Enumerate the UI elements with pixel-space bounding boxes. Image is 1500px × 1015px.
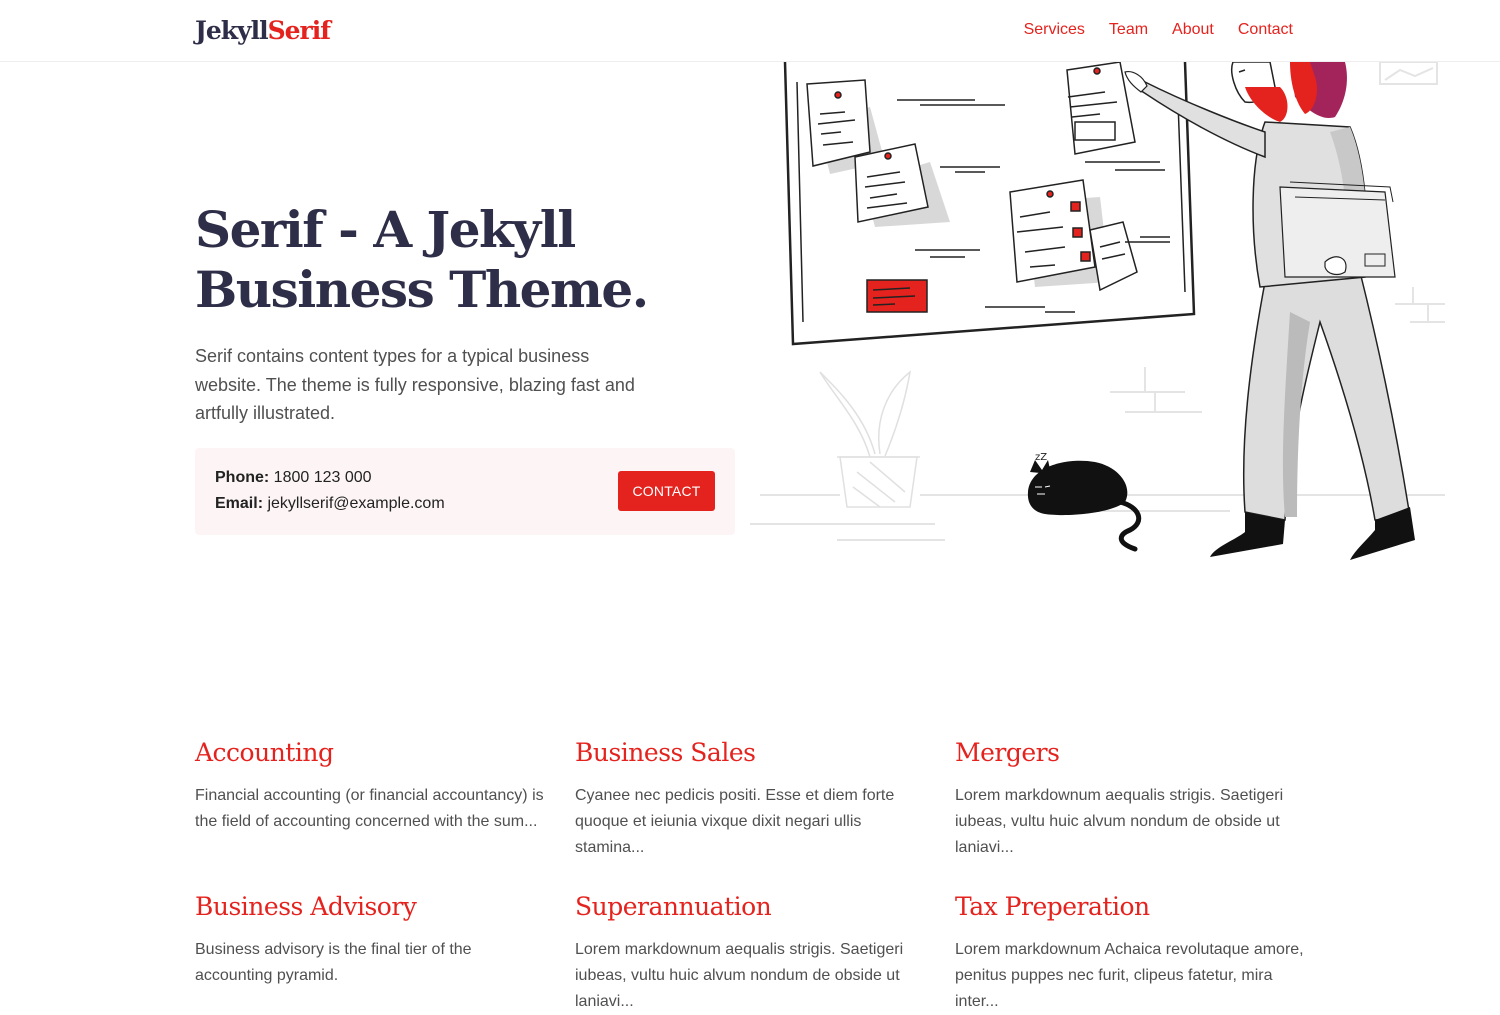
service-title: Mergers <box>955 738 1315 768</box>
service-title-link[interactable]: Accounting <box>195 738 334 767</box>
nav-link-services[interactable]: Services <box>1024 20 1085 40</box>
service-title: Business Sales <box>575 738 935 768</box>
hero-title: Serif - A Jekyll Business Theme. <box>195 200 715 320</box>
service-card-accounting: Accounting Financial accounting (or fina… <box>195 738 555 835</box>
service-card-mergers: Mergers Lorem markdownum aequalis strigi… <box>955 738 1315 861</box>
service-title-link[interactable]: Business Advisory <box>195 892 417 921</box>
service-summary: Lorem markdownum Achaica revolutaque amo… <box>955 941 1304 1010</box>
service-card-business-sales: Business Sales Cyanee nec pedicis positi… <box>575 738 935 861</box>
service-summary: Lorem markdownum aequalis strigis. Saeti… <box>575 941 904 1010</box>
hero-title-line-2: Business Theme. <box>195 260 649 319</box>
email-label: Email: <box>215 495 264 512</box>
service-title: Business Advisory <box>195 892 555 922</box>
hero-title-line-1: Serif - A Jekyll <box>195 200 576 259</box>
cat-sleep-zz: zZ <box>1035 452 1047 463</box>
plant-pot <box>819 370 920 508</box>
service-title: Accounting <box>195 738 555 768</box>
service-title: Superannuation <box>575 892 935 922</box>
logo-text-serif: Serif <box>267 16 331 45</box>
service-title-link[interactable]: Tax Preperation <box>955 892 1150 921</box>
hero-description: Serif contains content types for a typic… <box>195 346 635 423</box>
email-value: jekyllserif@example.com <box>267 495 445 512</box>
nav-link-about[interactable]: About <box>1172 20 1214 40</box>
service-card-superannuation: Superannuation Lorem markdownum aequalis… <box>575 892 935 1015</box>
phone-line: Phone: 1800 123 000 <box>215 468 372 488</box>
service-card-tax-preperation: Tax Preperation Lorem markdownum Achaica… <box>955 892 1315 1015</box>
nav-link-contact[interactable]: Contact <box>1238 20 1293 40</box>
service-card-business-advisory: Business Advisory Business advisory is t… <box>195 892 555 989</box>
logo-text-jekyll: Jekyll <box>195 16 269 45</box>
service-title-link[interactable]: Mergers <box>955 738 1060 767</box>
main-nav: Services Team About Contact <box>1024 20 1293 40</box>
service-title-link[interactable]: Business Sales <box>575 738 756 767</box>
site-header: JekyllSerif Services Team About Contact <box>0 0 1500 62</box>
hero-illustration: zZ <box>750 62 1445 560</box>
service-title: Tax Preperation <box>955 892 1315 922</box>
contact-info-box: Phone: 1800 123 000 Email: jekyllserif@e… <box>195 448 735 535</box>
contact-button[interactable]: Contact <box>618 471 715 511</box>
phone-label: Phone: <box>215 469 270 486</box>
service-summary: Business advisory is the final tier of t… <box>195 941 472 984</box>
sleeping-cat: zZ <box>1027 452 1142 552</box>
service-summary: Cyanee nec pedicis positi. Esse et diem … <box>575 787 895 856</box>
phone-value: 1800 123 000 <box>273 469 372 486</box>
service-title-link[interactable]: Superannuation <box>575 892 772 921</box>
site-logo[interactable]: JekyllSerif <box>195 16 331 46</box>
email-line: Email: jekyllserif@example.com <box>215 494 445 514</box>
nav-link-team[interactable]: Team <box>1109 20 1148 40</box>
service-summary: Financial accounting (or financial accou… <box>195 787 544 830</box>
service-summary: Lorem markdownum aequalis strigis. Saeti… <box>955 787 1284 856</box>
